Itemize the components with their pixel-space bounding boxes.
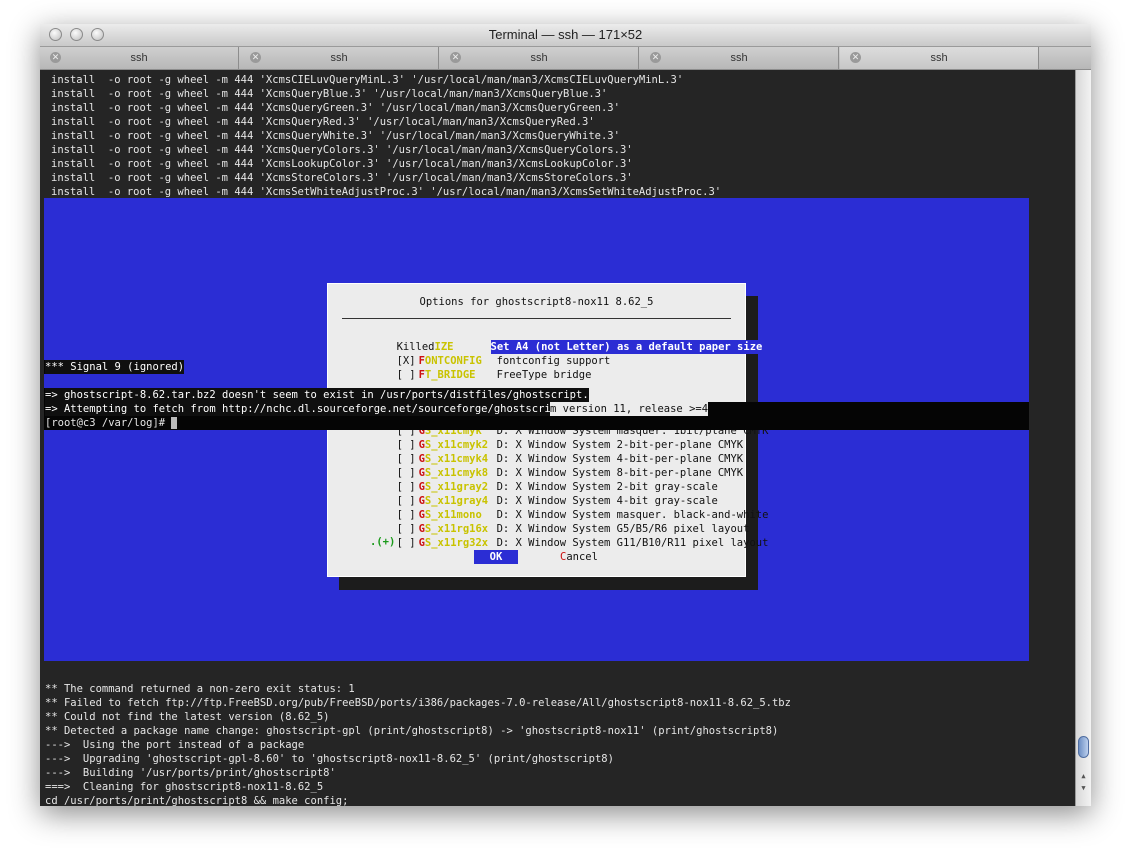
- terminal-line: install -o root -g wheel -m 444 'XcmsQue…: [51, 116, 595, 128]
- terminal-line: install -o root -g wheel -m 444 'XcmsSto…: [51, 172, 633, 184]
- option-row-fontconfig[interactable]: [X] FONTCONFIG fontconfig support: [346, 340, 611, 367]
- terminal-window: Terminal — ssh — 171×52 ✕ ssh ✕ ssh ✕ ss…: [40, 24, 1091, 806]
- terminal-line: => ghostscript-8.62.tar.bz2 doesn't seem…: [45, 388, 589, 402]
- shell-prompt[interactable]: [root@c3 /var/log]#: [45, 416, 178, 430]
- window-title: Terminal — ssh — 171×52: [488, 27, 643, 42]
- title-bar[interactable]: Terminal — ssh — 171×52: [40, 24, 1091, 47]
- option-row-x11gray2[interactable]: [ ] GS_x11gray2 D: X Window System 2-bit g…: [346, 466, 718, 493]
- tab-bar: ✕ ssh ✕ ssh ✕ ssh ✕ ssh ✕ ssh: [40, 47, 1091, 70]
- terminal-line: install -o root -g wheel -m 444 'XcmsQue…: [51, 102, 620, 114]
- options-dialog: Options for ghostscript8-nox11 8.62_5 Ki…: [327, 283, 768, 577]
- tab-ssh-5[interactable]: ✕ ssh: [840, 47, 1039, 69]
- vertical-scrollbar[interactable]: ▲ ▼: [1075, 70, 1091, 806]
- terminal-content[interactable]: install -o root -g wheel -m 444 'XcmsCIE…: [40, 70, 1075, 806]
- more-indicator: .(+): [370, 536, 396, 548]
- tab-ssh-4[interactable]: ✕ ssh: [640, 47, 839, 69]
- terminal-line: install -o root -g wheel -m 444 'XcmsQue…: [51, 144, 633, 156]
- tab-label: ssh: [130, 52, 148, 64]
- terminal-line: ---> Using the port instead of a package: [45, 739, 305, 751]
- option-checkbox[interactable]: [ ]: [397, 368, 419, 382]
- tab-ssh-1[interactable]: ✕ ssh: [40, 47, 239, 69]
- terminal-line: ** Detected a package name change: ghost…: [45, 725, 779, 737]
- option-row-x11cmyk4[interactable]: [ ] GS_x11cmyk4 D: X Window System 4-bit-p…: [346, 438, 744, 465]
- tab-label: ssh: [330, 52, 348, 64]
- tab-label: ssh: [930, 52, 948, 64]
- cancel-button[interactable]: Cancel: [560, 550, 598, 564]
- option-name: GS_x11rg32x: [418, 537, 489, 549]
- option-name: FT_BRIDGE: [418, 369, 476, 381]
- option-row-x11mono[interactable]: [ ] GS_x11mono D: X Window System masquer.…: [346, 494, 769, 521]
- terminal-line: ===> Cleaning for ghostscript8-nox11-8.6…: [45, 781, 324, 793]
- tab-label: ssh: [730, 52, 748, 64]
- terminal-line: m version 11, release >=4: [550, 402, 709, 416]
- option-checkbox[interactable]: [ ]: [397, 536, 419, 550]
- option-row-x11gray4[interactable]: [ ] GS_x11gray4 D: X Window System 4-bit g…: [346, 480, 718, 507]
- dialog-title: Options for ghostscript8-nox11 8.62_5: [419, 296, 654, 308]
- tab-ssh-2[interactable]: ✕ ssh: [240, 47, 439, 69]
- terminal-line: ** Failed to fetch ftp://ftp.FreeBSD.org…: [45, 697, 791, 709]
- option-row-ft-bridge[interactable]: [ ] FT_BRIDGE FreeType bridge: [346, 354, 592, 381]
- scrollbar-thumb[interactable]: [1078, 736, 1089, 758]
- option-row-x11cmyk8[interactable]: [ ] GS_x11cmyk8 D: X Window System 8-bit-p…: [346, 452, 744, 479]
- ok-button[interactable]: OK: [474, 550, 518, 564]
- terminal-line: install -o root -g wheel -m 444 'XcmsQue…: [51, 88, 608, 100]
- terminal-line: cd /usr/ports/print/ghostscript8 && make…: [45, 795, 349, 806]
- terminal-line: ** Could not find the latest version (8.…: [45, 711, 330, 723]
- option-row-x11rg16x[interactable]: [ ] GS_x11rg16x D: X Window System G5/B5/R…: [346, 508, 750, 535]
- terminal-line: ---> Building '/usr/ports/print/ghostscr…: [45, 767, 336, 779]
- option-row-x11rg32x[interactable]: [ ] GS_x11rg32x D: X Window System G11/B10…: [346, 522, 769, 549]
- tab-ssh-3[interactable]: ✕ ssh: [440, 47, 639, 69]
- scroll-down-icon[interactable]: ▼: [1079, 784, 1088, 793]
- terminal-line: *** Signal 9 (ignored): [45, 360, 185, 374]
- dialog-divider: [342, 318, 731, 319]
- option-row-a4[interactable]: KilledIZE Set A4 (not Letter) as a defaul…: [346, 326, 763, 354]
- terminal-line: install -o root -g wheel -m 444 'XcmsCIE…: [51, 74, 684, 86]
- option-desc: D: X Window System G11/B10/R11 pixel lay…: [496, 537, 769, 549]
- option-desc: FreeType bridge: [496, 369, 592, 381]
- terminal-line: ** The command returned a non-zero exit …: [45, 683, 355, 695]
- scroll-up-icon[interactable]: ▲: [1079, 772, 1088, 781]
- tab-label: ssh: [530, 52, 548, 64]
- terminal-line: ---> Upgrading 'ghostscript-gpl-8.60' to…: [45, 753, 614, 765]
- terminal-line: install -o root -g wheel -m 444 'XcmsSet…: [51, 186, 722, 198]
- terminal-line: install -o root -g wheel -m 444 'XcmsQue…: [51, 130, 620, 142]
- cursor: [171, 417, 178, 429]
- terminal-line: install -o root -g wheel -m 444 'XcmsLoo…: [51, 158, 633, 170]
- terminal-line: => Attempting to fetch from http://nchc.…: [45, 402, 577, 416]
